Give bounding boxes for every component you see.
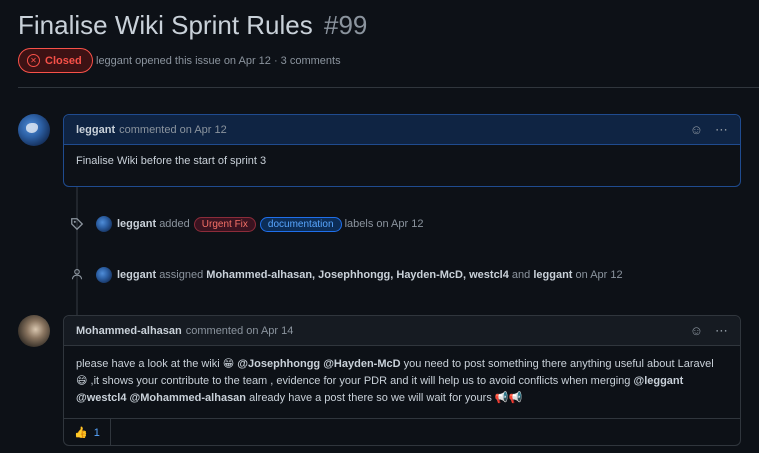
event-and: and: [511, 269, 531, 281]
avatar[interactable]: [96, 267, 112, 283]
label-documentation[interactable]: documentation: [259, 216, 342, 232]
comment-header: leggant commented on Apr 12 ☺ ⋯: [64, 115, 740, 145]
avatar[interactable]: [18, 114, 50, 146]
mention[interactable]: @Mohammed-alhasan: [130, 392, 246, 404]
body-text: please have a look at the wiki 😁: [76, 358, 235, 370]
assignee-last[interactable]: leggant: [533, 269, 572, 281]
event-verb: added: [159, 218, 190, 230]
comment-author[interactable]: Mohammed-alhasan: [76, 325, 182, 337]
mention[interactable]: @leggant: [633, 375, 683, 387]
comment-meta[interactable]: commented on Apr 14: [186, 325, 294, 337]
assignee-list[interactable]: Mohammed-alhasan, Josephhongg, Hayden-Mc…: [206, 269, 509, 281]
status-label: Closed: [45, 54, 82, 67]
body-text: already have a post there so we will wai…: [249, 392, 523, 405]
kebab-icon[interactable]: ⋯: [715, 122, 728, 138]
issue-title-text: Finalise Wiki Sprint Rules: [18, 10, 313, 40]
reactions-bar: 👍 1: [64, 418, 740, 446]
avatar[interactable]: [18, 315, 50, 347]
avatar[interactable]: [96, 216, 112, 232]
issue-meta: leggant opened this issue on Apr 12 · 3 …: [96, 55, 341, 67]
event-actor[interactable]: leggant: [117, 218, 156, 230]
smiley-icon[interactable]: ☺: [690, 323, 703, 338]
comment-author[interactable]: leggant: [76, 124, 115, 136]
status-badge: ✕ Closed: [18, 48, 93, 73]
comment: Mohammed-alhasan commented on Apr 14 ☺ ⋯…: [63, 315, 741, 446]
label-event: leggant added Urgent Fix documentation l…: [96, 216, 423, 232]
issue-number: #99: [323, 10, 368, 40]
mention[interactable]: @Josephhongg: [237, 358, 320, 370]
comment-body: Finalise Wiki before the start of sprint…: [76, 155, 267, 167]
tag-icon: [70, 217, 84, 234]
event-suffix: labels on Apr 12: [344, 218, 424, 230]
mention[interactable]: @westcl4: [76, 392, 126, 404]
comment-meta[interactable]: commented on Apr 12: [119, 124, 227, 136]
reaction-thumbs-up[interactable]: 👍 1: [64, 419, 111, 446]
timeline-line: [76, 186, 78, 316]
issue-title: Finalise Wiki Sprint Rules #99: [18, 10, 367, 41]
header-divider: [18, 87, 759, 88]
comment: leggant commented on Apr 12 ☺ ⋯ Finalise…: [63, 114, 741, 187]
label-urgent-fix[interactable]: Urgent Fix: [193, 216, 256, 232]
thumbs-up-icon: 👍: [74, 427, 88, 439]
assign-event: leggant assigned Mohammed-alhasan, Josep…: [96, 267, 623, 283]
closed-icon: ✕: [27, 54, 40, 67]
smiley-icon[interactable]: ☺: [690, 122, 703, 137]
event-suffix: on Apr 12: [575, 269, 623, 281]
person-icon: [71, 268, 83, 283]
mention[interactable]: @Hayden-McD: [323, 358, 400, 370]
event-actor[interactable]: leggant: [117, 269, 156, 281]
reaction-count: 1: [93, 426, 100, 439]
kebab-icon[interactable]: ⋯: [715, 323, 728, 339]
comment-body: please have a look at the wiki 😁 @Joseph…: [64, 346, 740, 418]
event-verb: assigned: [159, 269, 204, 281]
comment-header: Mohammed-alhasan commented on Apr 14 ☺ ⋯: [64, 316, 740, 346]
